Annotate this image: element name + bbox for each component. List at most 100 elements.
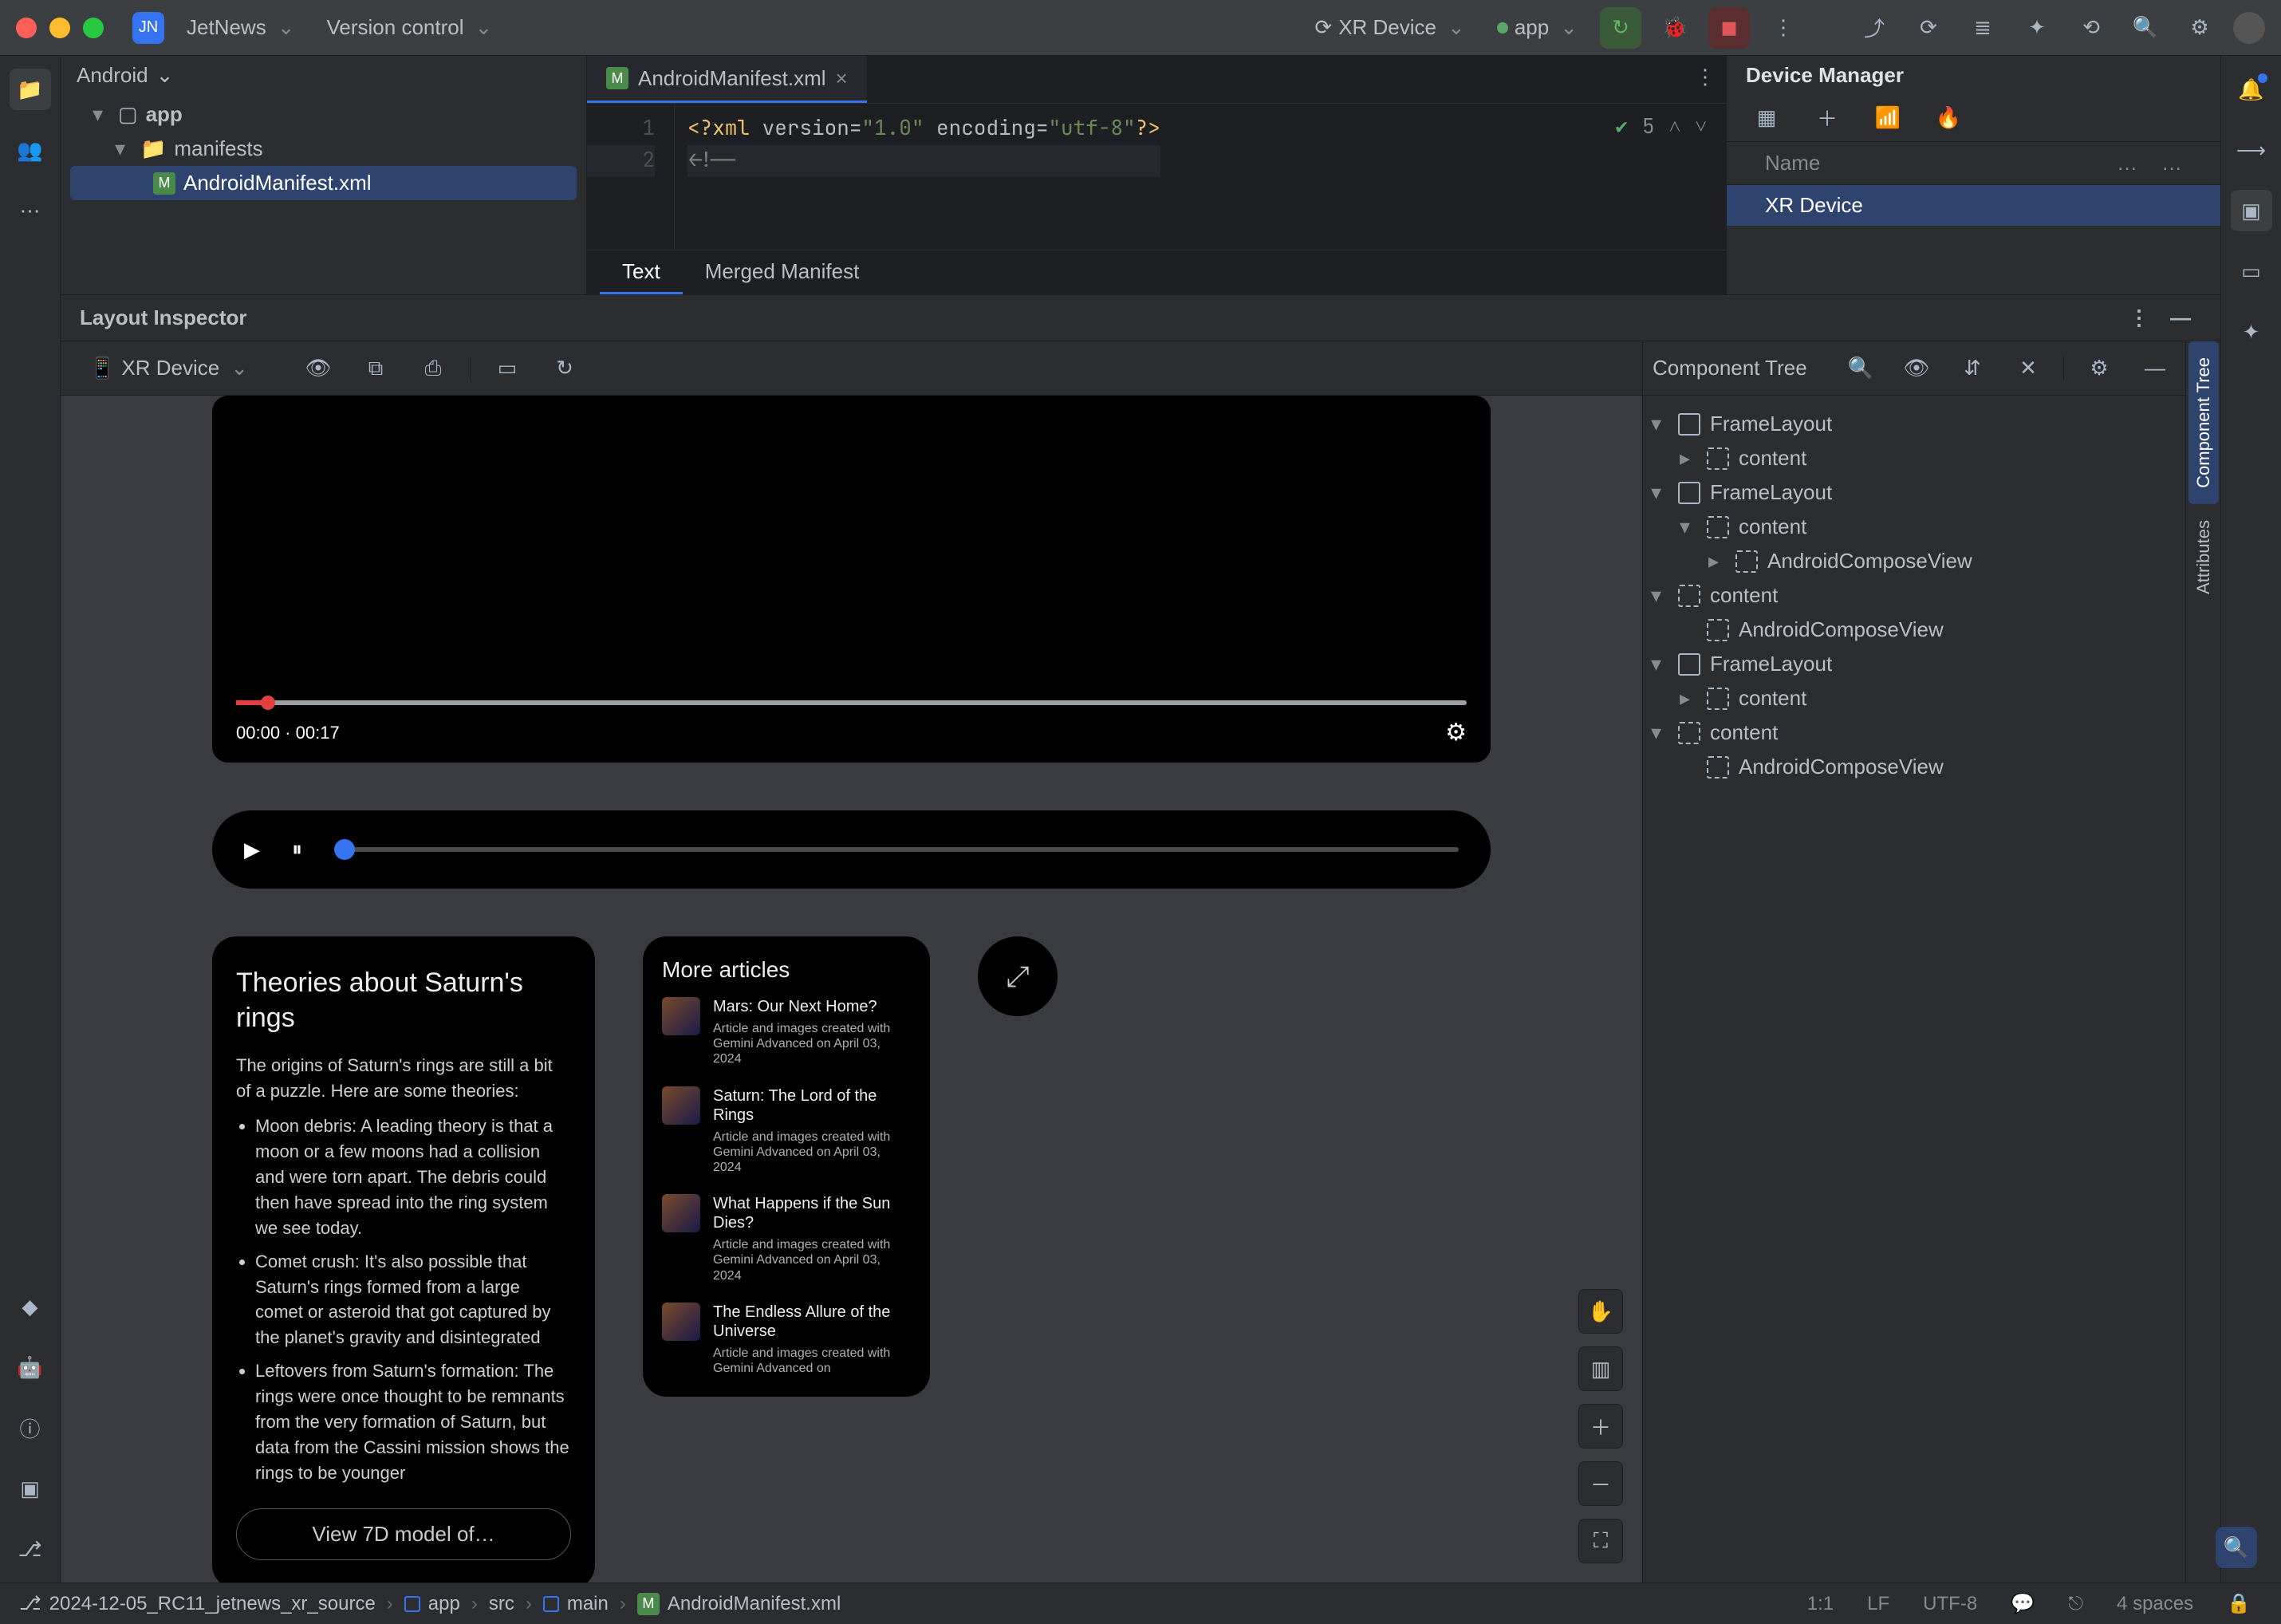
ctree-row[interactable]: AndroidComposeView [1651,613,2177,647]
crumb-src[interactable]: src [489,1593,514,1615]
git-branch[interactable]: ⎇ 2024-12-05_RC11_jetnews_xr_source [19,1592,376,1615]
settings-icon[interactable]: ⚙ [2179,7,2220,49]
tree-app-node[interactable]: ▾ ▢ app [70,97,577,132]
layers-icon[interactable]: ▥ [1578,1346,1623,1391]
structure-tool-icon[interactable]: 👥 [10,129,51,171]
editor-tab[interactable]: M AndroidManifest.xml × [587,56,867,103]
profile-icon[interactable]: ⤴ [1854,7,1895,49]
expander-icon[interactable]: ▸ [1708,549,1726,574]
article-item[interactable]: Mars: Our Next Home?Article and images c… [662,997,911,1067]
article-item[interactable]: The Endless Allure of the UniverseArticl… [662,1303,911,1376]
avd-icon[interactable]: ≣ [1962,7,2003,49]
vcs-dropdown[interactable]: Version control [317,10,502,45]
git-icon[interactable]: ⎇ [10,1528,51,1570]
tree-manifest-file[interactable]: M AndroidManifest.xml [70,166,577,200]
snapshot-icon[interactable]: ⎙ [412,348,454,389]
editor-inspections[interactable]: ✔ 5 ˄ ˅ [1615,112,1707,140]
zoom-out-icon[interactable]: － [1578,1461,1623,1506]
zoom-fit-icon[interactable]: ⛶ [1578,1519,1623,1563]
add-device-icon[interactable]: ＋ [1806,97,1848,139]
expander-icon[interactable]: ▾ [1680,514,1697,539]
audio-knob[interactable] [334,839,355,860]
search-icon[interactable]: 🔍 [2125,7,2166,49]
expander-icon[interactable]: ▾ [1651,412,1668,436]
project-tool-icon[interactable]: 📁 [10,69,51,110]
gear-icon[interactable]: ⚙ [1445,719,1467,747]
rerun-button[interactable]: ↻ [1600,7,1641,49]
inspector-minimize-icon[interactable]: — [2160,298,2201,339]
pan-icon[interactable]: ✋ [1578,1289,1623,1334]
video-timeline[interactable] [236,700,1467,705]
ctree-row[interactable]: AndroidComposeView [1651,750,2177,784]
gem-icon[interactable]: ◆ [10,1286,51,1327]
avatar[interactable] [2233,12,2265,44]
feedback-icon[interactable]: 💬 [1999,1592,2046,1615]
indent-settings[interactable]: 4 spaces [2106,1593,2204,1615]
preview-canvas[interactable]: 00:00 · 00:17 ⚙ ▶ ⏸ Theories about Satur… [61,396,1642,1583]
running-devices-icon[interactable]: ▭ [2231,250,2272,292]
notifications-icon[interactable]: 🔔 [2231,69,2272,110]
ctree-row[interactable]: ▾content [1651,510,2177,544]
ctree-row[interactable]: ▾FrameLayout [1651,407,2177,441]
expander-icon[interactable]: ▸ [1680,686,1697,711]
device-target-dropdown[interactable]: ⟳ XR Device [1305,10,1474,45]
gradle-icon[interactable]: ⟶ [2231,129,2272,171]
editor-more-icon[interactable]: ⋮ [1684,56,1726,97]
debug-attach-icon[interactable]: ✦ [2016,7,2058,49]
tab-text[interactable]: Text [600,250,683,294]
ctree-row[interactable]: ▸AndroidComposeView [1651,544,2177,578]
grid-icon[interactable]: ▦ [1746,97,1787,139]
stop-button[interactable]: ◼ [1708,7,1750,49]
debug-button[interactable]: 🐞 [1654,7,1696,49]
crumb-app[interactable]: app [404,1593,460,1615]
project-view-selector[interactable]: Android ⌄ [61,56,586,94]
device-manager-tool-icon[interactable]: ▣ [2231,190,2272,231]
terminal-icon[interactable]: ▣ [10,1468,51,1509]
layer-icon[interactable]: ▭ [487,348,528,389]
project-name-dropdown[interactable]: JetNews [177,10,305,45]
eye-icon[interactable]: 👁 [297,348,339,389]
search-icon[interactable]: 🔍 [1840,348,1881,389]
lock-icon[interactable]: 🔒 [2216,1592,2262,1615]
sync-icon[interactable]: ⟳ [1908,7,1949,49]
close-tab-icon[interactable]: × [836,66,848,91]
minimize-icon[interactable] [49,18,70,38]
expander-icon[interactable]: ▸ [1680,446,1697,471]
android-icon[interactable]: 🤖 [10,1346,51,1388]
view-model-button[interactable]: View 7D model of… [236,1508,571,1560]
article-item[interactable]: What Happens if the Sun Dies?Article and… [662,1194,911,1283]
expander-icon[interactable]: ▾ [1651,720,1668,745]
tree-manifests-node[interactable]: ▾ 📁 manifests [70,132,577,166]
article-item[interactable]: Saturn: The Lord of the RingsArticle and… [662,1086,911,1176]
expander-icon[interactable]: ▾ [1651,480,1668,505]
wifi-pair-icon[interactable]: 📶 [1867,97,1909,139]
expand-fab[interactable]: ⤢ [978,936,1058,1016]
ctree-row[interactable]: ▾FrameLayout [1651,647,2177,681]
pause-icon[interactable]: ⏸ [292,837,302,862]
line-separator[interactable]: LF [1856,1593,1901,1615]
ctree-row[interactable]: ▾FrameLayout [1651,475,2177,510]
run-config-dropdown[interactable]: app [1487,10,1587,45]
ctree-row[interactable]: ▾content [1651,715,2177,750]
crumb-manifest[interactable]: MAndroidManifest.xml [637,1593,841,1615]
cursor-position[interactable]: 1:1 [1796,1593,1845,1615]
inspect-icon[interactable]: ⟲ [2070,7,2112,49]
ai-sparkle-icon[interactable]: ✦ [2231,311,2272,353]
tab-attributes[interactable]: Attributes [2188,504,2219,610]
maximize-icon[interactable] [83,18,104,38]
gear-icon[interactable]: ⚙ [2078,348,2120,389]
expander-icon[interactable]: ▾ [1651,583,1668,608]
crumb-main[interactable]: main [543,1593,609,1615]
ctree-row[interactable]: ▸content [1651,441,2177,475]
more-run-icon[interactable]: ⋮ [1763,7,1804,49]
video-playhead[interactable] [261,696,275,710]
firebase-icon[interactable]: 🔥 [1928,97,1969,139]
eye-icon[interactable]: 👁 [1896,348,1937,389]
chevron-down-icon[interactable]: ˅ [1695,112,1707,140]
inspector-device-select[interactable]: 📱 XR Device [80,351,258,385]
device-row[interactable]: XR Device [1727,185,2220,226]
editor-body[interactable]: 12 <?xml version="1.0" encoding="utf-8"?… [587,104,1726,250]
memory-icon[interactable]: ⎋ [2057,1593,2094,1615]
minimize-icon[interactable]: — [2134,348,2176,389]
file-encoding[interactable]: UTF-8 [1912,1593,1988,1615]
